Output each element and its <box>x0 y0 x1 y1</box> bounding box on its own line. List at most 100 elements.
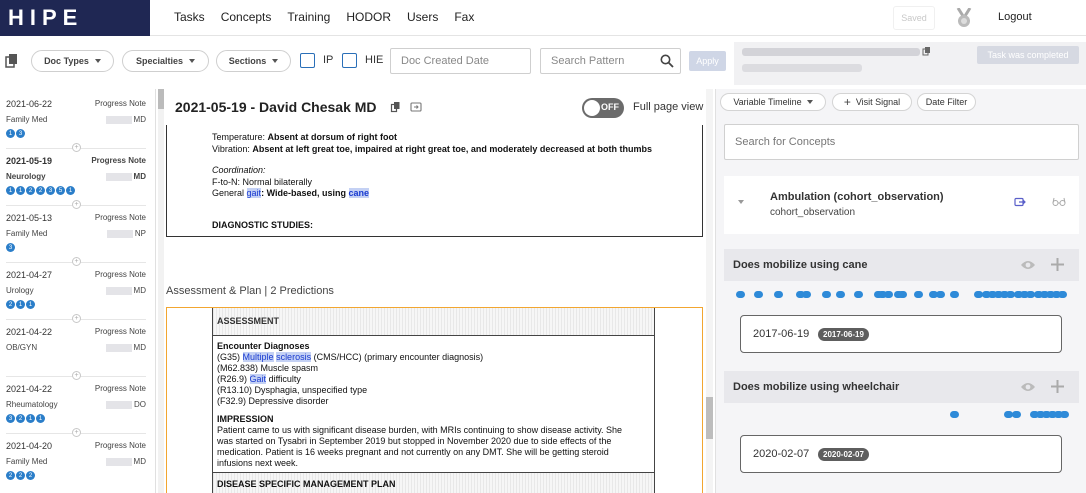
ip-checkbox[interactable] <box>300 53 315 68</box>
count-badge[interactable]: 2 <box>36 186 45 195</box>
timeline-dot[interactable] <box>802 291 811 298</box>
highlight-gait[interactable]: gait <box>246 188 262 198</box>
count-badge[interactable]: 2 <box>26 186 35 195</box>
highlight-multiple[interactable]: Multiple <box>242 352 274 362</box>
timeline-dot[interactable] <box>1060 411 1069 418</box>
count-badge[interactable]: 2 <box>16 471 25 480</box>
doc-types-dropdown[interactable]: Doc Types <box>31 50 114 72</box>
search-icon[interactable] <box>660 54 674 68</box>
highlight-cane[interactable]: cane <box>348 188 370 198</box>
count-badge[interactable]: 2 <box>6 471 15 480</box>
eye-icon[interactable] <box>1020 381 1036 393</box>
doc-provider: NP <box>106 229 146 238</box>
timeline-dot[interactable] <box>914 291 923 298</box>
copy-icon[interactable] <box>4 53 20 69</box>
prediction-badges: 13 <box>6 129 25 138</box>
count-badge[interactable]: 2 <box>26 471 35 480</box>
plus-icon[interactable] <box>1050 379 1065 394</box>
scrollbar-thumb[interactable] <box>158 89 164 109</box>
prediction-frame[interactable]: ASSESSMENT Encounter Diagnoses (G35) Mul… <box>166 307 703 493</box>
count-badge[interactable]: 5 <box>56 186 65 195</box>
count-badge[interactable]: 3 <box>6 243 15 252</box>
timeline-dot[interactable] <box>754 291 763 298</box>
date-chip[interactable]: 2017-06-19 <box>818 328 869 341</box>
highlight-sclerosis[interactable]: sclerosis <box>276 352 312 362</box>
provider-credential: MD <box>133 286 146 295</box>
sections-dropdown[interactable]: Sections <box>216 50 291 72</box>
count-badge[interactable]: 1 <box>26 414 35 423</box>
viewer-scrollbar[interactable] <box>706 89 713 493</box>
timeline-dot[interactable] <box>950 411 959 418</box>
timeline-dot[interactable] <box>950 291 959 298</box>
count-badge[interactable]: 1 <box>66 186 75 195</box>
count-badge[interactable]: 3 <box>46 186 55 195</box>
nav-training[interactable]: Training <box>287 10 330 24</box>
count-badge[interactable]: 1 <box>26 300 35 309</box>
search-pattern-input[interactable]: Search Pattern <box>540 48 681 74</box>
highlight-gait[interactable]: Gait <box>249 374 267 384</box>
date-filter-button[interactable]: Date Filter <box>917 93 976 111</box>
timeline-dot[interactable] <box>736 291 745 298</box>
visit-signal-button[interactable]: + Visit Signal <box>832 93 912 111</box>
timeline-dot[interactable] <box>898 291 907 298</box>
medal-icon[interactable] <box>955 8 973 28</box>
open-external-icon[interactable] <box>410 101 422 113</box>
timeline-dot[interactable] <box>884 291 893 298</box>
timeline-dot[interactable] <box>774 291 783 298</box>
title-actions <box>390 101 422 113</box>
evidence-date-card[interactable]: 2020-02-07 2020-02-07 <box>740 435 1062 473</box>
timeline-dot[interactable] <box>836 291 845 298</box>
app-logo[interactable]: HIPE <box>0 0 150 36</box>
document-list-item[interactable]: 2021-04-20 Progress Note Family Med MD 2 2 2 <box>0 435 152 493</box>
task-completed-button[interactable]: Task was completed <box>977 46 1079 64</box>
full-page-label: Full page view <box>633 101 704 113</box>
count-badge[interactable]: 3 <box>16 129 25 138</box>
timeline-dot[interactable] <box>822 291 831 298</box>
glasses-icon[interactable] <box>1052 197 1066 207</box>
open-link-icon[interactable] <box>1014 196 1026 208</box>
copy-icon[interactable] <box>390 101 402 113</box>
count-badge[interactable]: 2 <box>16 414 25 423</box>
count-badge[interactable]: 1 <box>6 129 15 138</box>
impression-text: was started on Tysabri in September 2019… <box>217 436 612 446</box>
copy-icon[interactable] <box>922 46 932 56</box>
nav-tasks[interactable]: Tasks <box>174 10 205 24</box>
dx-text: (CMS/HCC) (primary encounter diagnosis) <box>313 352 484 362</box>
evidence-date: 2017-06-19 <box>753 328 810 340</box>
full-page-toggle[interactable]: OFF <box>582 98 624 118</box>
count-badge[interactable]: 1 <box>6 186 15 195</box>
count-badge[interactable]: 1 <box>16 300 25 309</box>
count-badge[interactable]: 1 <box>16 186 25 195</box>
specialties-dropdown[interactable]: Specialties <box>122 50 209 72</box>
signal-header[interactable]: Does mobilize using wheelchair <box>724 371 1079 403</box>
hie-checkbox[interactable] <box>342 53 357 68</box>
timeline-dot[interactable] <box>854 291 863 298</box>
variable-timeline-dropdown[interactable]: Variable Timeline <box>720 93 826 111</box>
logout-link[interactable]: Logout <box>998 11 1032 23</box>
doc-created-date-input[interactable]: Doc Created Date <box>390 48 531 74</box>
document-list-scrollbar[interactable] <box>158 89 164 493</box>
timeline-dot[interactable] <box>936 291 945 298</box>
apply-button[interactable]: Apply <box>689 51 726 71</box>
count-badge[interactable]: 2 <box>6 300 15 309</box>
eye-icon[interactable] <box>1020 259 1036 271</box>
redacted-name <box>105 343 132 352</box>
concept-search-input[interactable]: Search for Concepts <box>724 124 1079 160</box>
count-badge[interactable]: 3 <box>6 414 15 423</box>
date-chip[interactable]: 2020-02-07 <box>818 448 869 461</box>
timeline-dot[interactable] <box>1012 411 1021 418</box>
nav-hodor[interactable]: HODOR <box>346 10 391 24</box>
nav-concepts[interactable]: Concepts <box>221 10 272 24</box>
timeline-dot[interactable] <box>1058 291 1067 298</box>
plus-icon[interactable] <box>1050 257 1065 272</box>
nav-fax[interactable]: Fax <box>454 10 474 24</box>
temperature-label: Temperature: <box>212 132 266 142</box>
evidence-date-card[interactable]: 2017-06-19 2017-06-19 <box>740 315 1062 353</box>
nav-users[interactable]: Users <box>407 10 438 24</box>
count-badge[interactable]: 1 <box>36 414 45 423</box>
scrollbar-thumb[interactable] <box>706 397 713 439</box>
chevron-down-icon[interactable] <box>738 200 744 204</box>
signal-header[interactable]: Does mobilize using cane <box>724 249 1079 281</box>
saved-button[interactable]: Saved <box>893 6 935 30</box>
hie-label: HIE <box>365 54 384 66</box>
